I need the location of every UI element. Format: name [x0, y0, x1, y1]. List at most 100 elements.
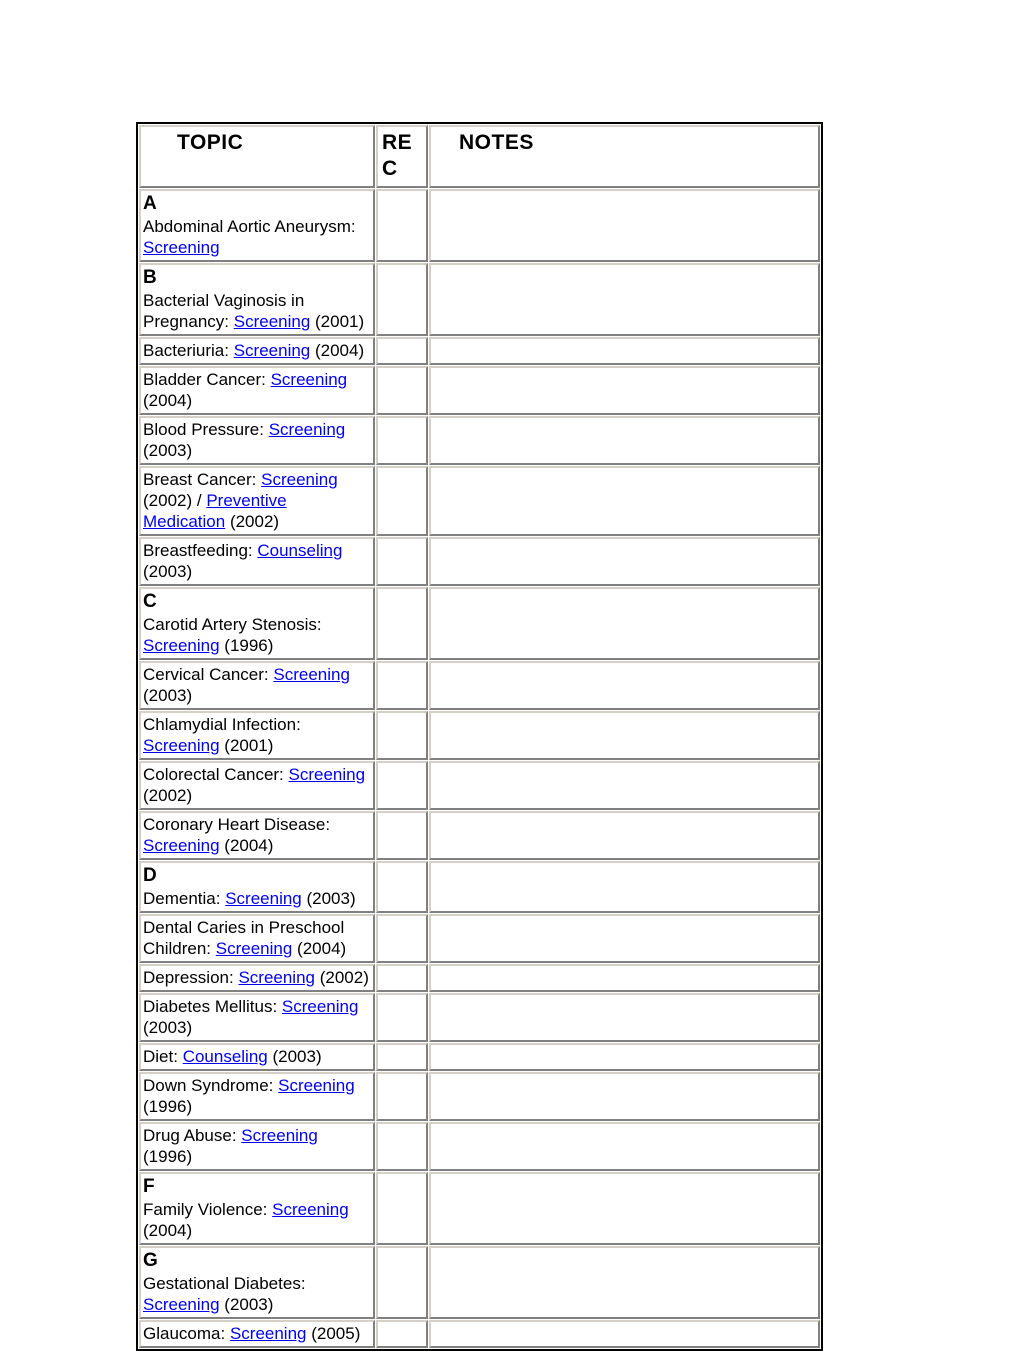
table-row: Blood Pressure: Screening (2003)	[139, 416, 820, 465]
column-header-topic: TOPIC	[139, 125, 375, 188]
topic-link[interactable]: Screening	[272, 1200, 349, 1219]
topic-cell: Bladder Cancer: Screening (2004)	[139, 366, 375, 415]
topic-text-segment: Abdominal Aortic Aneurysm:	[143, 217, 356, 236]
table-row: Coronary Heart Disease: Screening (2004)	[139, 811, 820, 860]
topic-link[interactable]: Screening	[143, 836, 220, 855]
table-row: Diabetes Mellitus: Screening (2003)	[139, 993, 820, 1042]
topic-text-segment: Family Violence:	[143, 1200, 273, 1219]
topic-link[interactable]: Screening	[216, 939, 293, 958]
table-row: Down Syndrome: Screening (1996)	[139, 1072, 820, 1121]
alpha-letter-heading: G	[143, 1250, 158, 1271]
rec-cell	[376, 337, 428, 365]
topic-link[interactable]: Screening	[143, 736, 220, 755]
topic-text-segment: (2004)	[292, 939, 347, 958]
topic-text-segment: Diet:	[143, 1047, 183, 1066]
topic-link[interactable]: Screening	[225, 889, 302, 908]
topic-cell: Breastfeeding: Counseling (2003)	[139, 537, 375, 586]
table-row: Bacteriuria: Screening (2004)	[139, 337, 820, 365]
rec-cell	[376, 189, 428, 262]
topic-cell: Drug Abuse: Screening (1996)	[139, 1122, 375, 1171]
table-row: B Bacterial Vaginosis in Pregnancy: Scree…	[139, 263, 820, 336]
rec-cell	[376, 1246, 428, 1319]
topic-link[interactable]: Screening	[273, 665, 350, 684]
topic-cell: Chlamydial Infection: Screening (2001)	[139, 711, 375, 760]
table-row: A Abdominal Aortic Aneurysm: Screening	[139, 189, 820, 262]
topic-text: Family Violence: Screening (2004)	[143, 1199, 371, 1241]
document-page: TOPIC REC NOTES A Abdominal Aortic Aneury…	[0, 0, 1020, 1351]
topic-text-segment: Down Syndrome:	[143, 1076, 279, 1095]
topic-text: Abdominal Aortic Aneurysm: Screening	[143, 216, 371, 258]
topic-text: Down Syndrome: Screening (1996)	[143, 1075, 371, 1117]
notes-cell	[429, 416, 820, 465]
rec-cell	[376, 1320, 428, 1348]
rec-cell	[376, 964, 428, 992]
notes-cell	[429, 537, 820, 586]
topic-text: Bacterial Vaginosis in Pregnancy: Screen…	[143, 290, 371, 332]
topic-link[interactable]: Screening	[261, 470, 338, 489]
topic-link[interactable]: Screening	[238, 968, 315, 987]
notes-cell	[429, 587, 820, 660]
table-body: A Abdominal Aortic Aneurysm: Screening BB…	[139, 189, 820, 1348]
rec-cell	[376, 587, 428, 660]
topic-cell: Diabetes Mellitus: Screening (2003)	[139, 993, 375, 1042]
topic-link[interactable]: Screening	[271, 370, 348, 389]
rec-cell	[376, 1122, 428, 1171]
topic-text: Breast Cancer: Screening (2002) / Preven…	[143, 469, 371, 532]
topic-link[interactable]: Screening	[269, 420, 346, 439]
topic-link[interactable]: Counseling	[257, 541, 342, 560]
topic-text-segment: (2004)	[143, 1221, 193, 1240]
topic-text-segment: Bladder Cancer:	[143, 370, 271, 389]
topic-text-segment: (2002)	[143, 786, 193, 805]
notes-cell	[429, 711, 820, 760]
topic-link[interactable]: Screening	[282, 997, 359, 1016]
topic-link[interactable]: Screening	[241, 1126, 318, 1145]
topic-link[interactable]: Screening	[143, 238, 220, 257]
topic-text-segment: (1996)	[219, 636, 274, 655]
topic-cell: Bacteriuria: Screening (2004)	[139, 337, 375, 365]
topic-cell: G Gestational Diabetes: Screening (2003)	[139, 1246, 375, 1319]
notes-cell	[429, 189, 820, 262]
topic-link[interactable]: Screening	[234, 341, 311, 360]
rec-cell	[376, 263, 428, 336]
notes-cell	[429, 1122, 820, 1171]
topic-text-segment: Blood Pressure:	[143, 420, 269, 439]
alpha-letter-heading: B	[143, 267, 157, 288]
topic-text: Cervical Cancer: Screening (2003)	[143, 664, 371, 706]
table-row: Diet: Counseling (2003)	[139, 1043, 820, 1071]
topic-text: Depression: Screening (2002)	[143, 967, 371, 988]
notes-cell	[429, 914, 820, 963]
table-row: Chlamydial Infection: Screening (2001)	[139, 711, 820, 760]
topic-link[interactable]: Screening	[143, 636, 220, 655]
notes-cell	[429, 811, 820, 860]
topic-link[interactable]: Screening	[289, 765, 366, 784]
topic-cell: Coronary Heart Disease: Screening (2004)	[139, 811, 375, 860]
rec-cell	[376, 416, 428, 465]
topic-text-segment: Bacteriuria:	[143, 341, 234, 360]
rec-cell	[376, 1043, 428, 1071]
topic-link[interactable]: Counseling	[183, 1047, 268, 1066]
topic-text-segment: Gestational Diabetes:	[143, 1274, 306, 1293]
topic-text-segment: Drug Abuse:	[143, 1126, 242, 1145]
topic-text-segment: (2001)	[219, 736, 274, 755]
topic-link[interactable]: Screening	[278, 1076, 355, 1095]
notes-cell	[429, 661, 820, 710]
topic-text-segment: (2003)	[301, 889, 356, 908]
topic-text-segment: Dementia:	[143, 889, 226, 908]
table-header: TOPIC REC NOTES	[139, 125, 820, 188]
topic-text: Carotid Artery Stenosis: Screening (1996…	[143, 614, 371, 656]
topic-text-segment: Cervical Cancer:	[143, 665, 274, 684]
topic-text-segment: Depression:	[143, 968, 239, 987]
notes-cell	[429, 861, 820, 913]
topic-link[interactable]: Screening	[230, 1324, 307, 1343]
notes-cell	[429, 993, 820, 1042]
topic-link[interactable]: Screening	[143, 1295, 220, 1314]
topic-cell: D Dementia: Screening (2003)	[139, 861, 375, 913]
topic-text-segment: (2003)	[143, 562, 193, 581]
topic-cell: B Bacterial Vaginosis in Pregnancy: Scree…	[139, 263, 375, 336]
topic-cell: Down Syndrome: Screening (1996)	[139, 1072, 375, 1121]
rec-cell	[376, 993, 428, 1042]
topic-text-segment: (2002) /	[143, 491, 207, 510]
topic-text-segment: (1996)	[143, 1097, 193, 1116]
topic-link[interactable]: Screening	[234, 312, 311, 331]
topic-text: Bladder Cancer: Screening (2004)	[143, 369, 371, 411]
